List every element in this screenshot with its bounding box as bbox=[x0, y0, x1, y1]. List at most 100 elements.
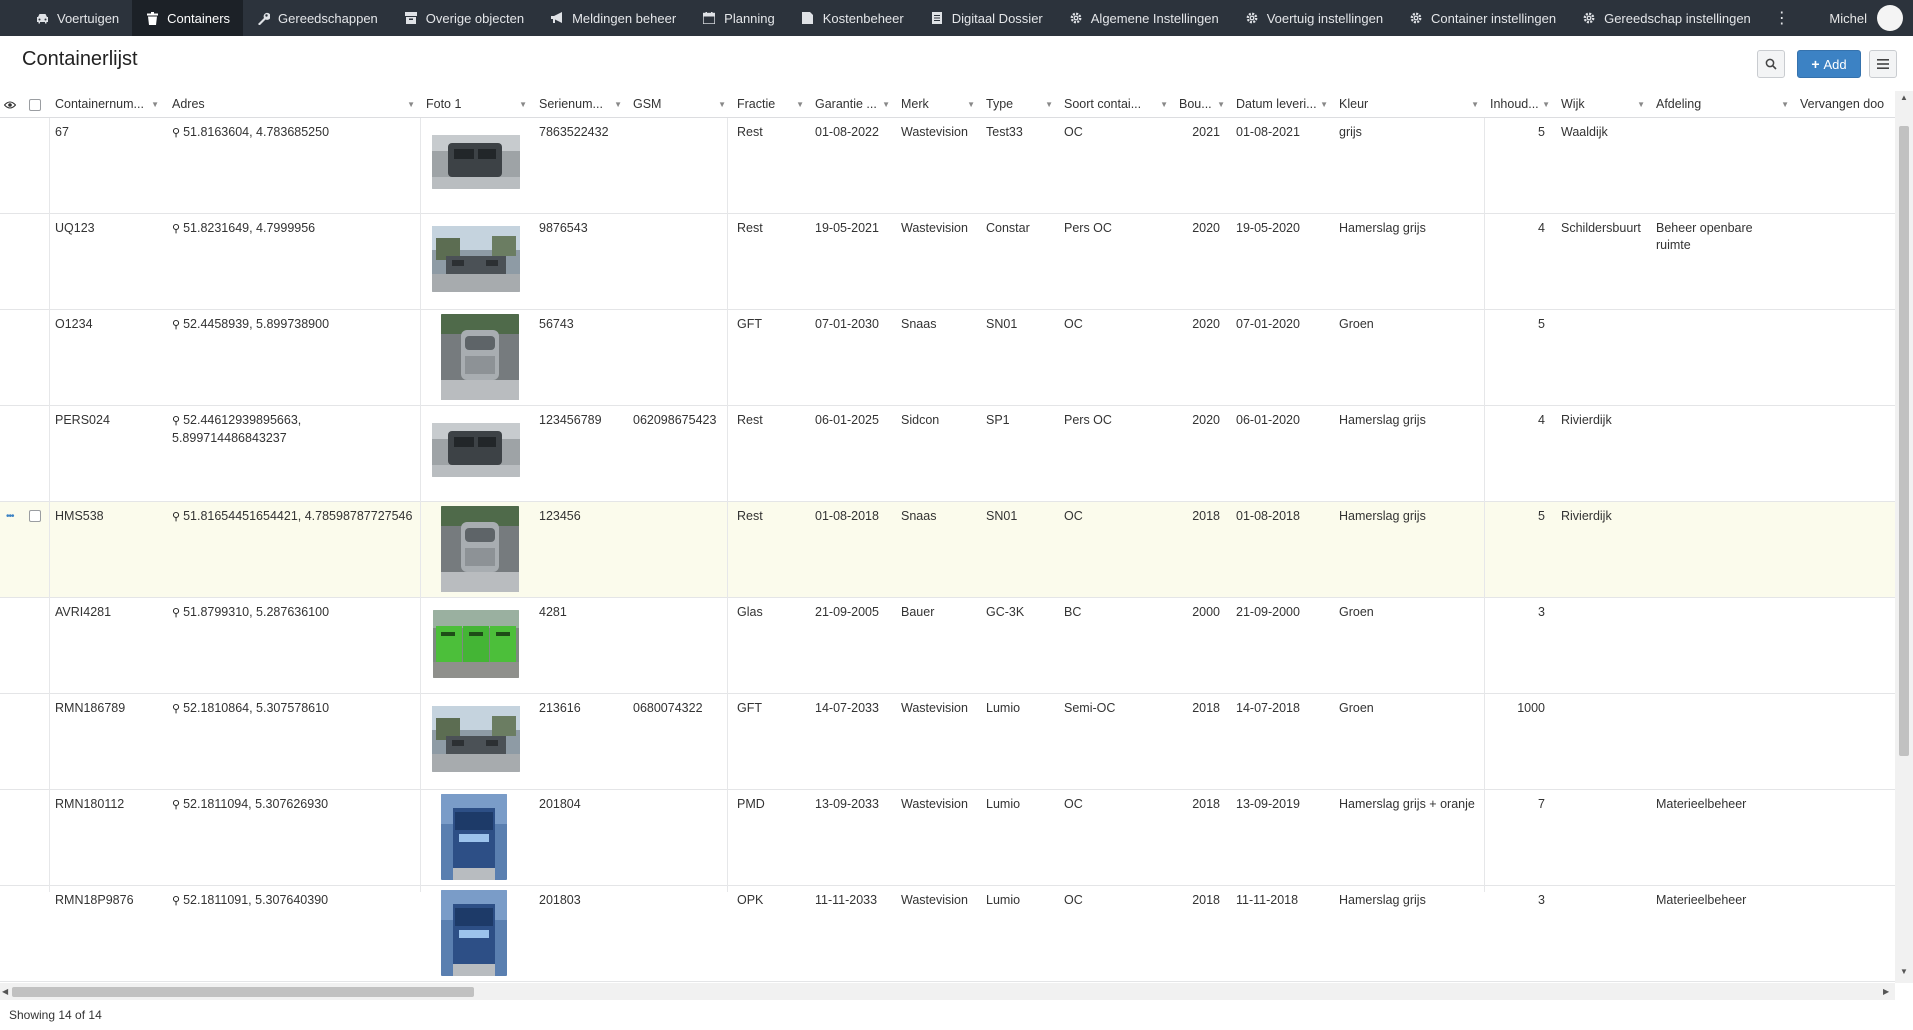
column-header-nr[interactable]: Containernum... ▼ bbox=[49, 91, 164, 118]
column-header-garantie[interactable]: Garantie ... ▼ bbox=[809, 91, 895, 118]
nav-item-containers[interactable]: Containers bbox=[132, 0, 244, 36]
column-header-gsm[interactable]: GSM ▼ bbox=[627, 91, 731, 118]
sort-caret-icon[interactable]: ▼ bbox=[614, 91, 622, 118]
column-header-merk[interactable]: Merk ▼ bbox=[895, 91, 980, 118]
column-header-afdeling[interactable]: Afdeling ▼ bbox=[1650, 91, 1794, 118]
column-menu-button[interactable] bbox=[1869, 50, 1897, 78]
cell-adres[interactable]: ⚲ 51.81654451654421, 4.78598787727546 bbox=[166, 502, 420, 598]
sort-caret-icon[interactable]: ▼ bbox=[1471, 91, 1479, 118]
container-photo[interactable] bbox=[441, 314, 519, 400]
container-photo[interactable] bbox=[432, 706, 520, 772]
scroll-down-arrow-icon[interactable]: ▼ bbox=[1900, 967, 1908, 976]
sort-caret-icon[interactable]: ▼ bbox=[1160, 91, 1168, 118]
column-header-soort[interactable]: Soort contai... ▼ bbox=[1058, 91, 1173, 118]
table-row[interactable]: 67 ⚲ 51.8163604, 4.783685250 7863522432 Rest… bbox=[0, 118, 1895, 214]
table-row[interactable]: AVRI4281 ⚲ 51.8799310, 5.287636100 4281 Glas… bbox=[0, 598, 1895, 694]
map-marker-icon[interactable]: ⚲ bbox=[172, 607, 180, 619]
column-header-inhoud[interactable]: Inhoud... ▼ bbox=[1484, 91, 1555, 118]
sort-caret-icon[interactable]: ▼ bbox=[1217, 91, 1225, 118]
column-header-serie[interactable]: Serienum... ▼ bbox=[533, 91, 627, 118]
sort-caret-icon[interactable]: ▼ bbox=[1542, 91, 1550, 118]
cell-adres[interactable]: ⚲ 51.8799310, 5.287636100 bbox=[166, 598, 420, 694]
column-header-type[interactable]: Type ▼ bbox=[980, 91, 1058, 118]
nav-item-planning[interactable]: Planning bbox=[689, 0, 788, 36]
row-select-checkbox[interactable] bbox=[29, 510, 41, 522]
cell-adres[interactable]: ⚲ 52.4458939, 5.899738900 bbox=[166, 310, 420, 406]
nav-item-digitaal-dossier[interactable]: Digitaal Dossier bbox=[917, 0, 1056, 36]
column-header-bouwjaar[interactable]: Bou... ▼ bbox=[1173, 91, 1230, 118]
sort-caret-icon[interactable]: ▼ bbox=[882, 91, 890, 118]
nav-item-gereedschap-instellingen[interactable]: Gereedschap instellingen bbox=[1569, 0, 1764, 36]
cell-adres[interactable]: ⚲ 52.1811091, 5.307640390 bbox=[166, 886, 420, 982]
scroll-left-arrow-icon[interactable]: ◀ bbox=[2, 987, 8, 996]
column-header-label: GSM bbox=[633, 97, 662, 111]
map-marker-icon[interactable]: ⚲ bbox=[172, 895, 180, 907]
user-menu[interactable]: Michel bbox=[1829, 5, 1913, 31]
search-button[interactable] bbox=[1757, 50, 1785, 78]
container-photo[interactable] bbox=[432, 135, 520, 189]
nav-item-voertuigen[interactable]: Voertuigen bbox=[22, 0, 132, 36]
container-photo[interactable] bbox=[441, 506, 519, 592]
column-header-photo[interactable]: Foto 1 ▼ bbox=[420, 91, 532, 118]
container-photo[interactable] bbox=[432, 423, 520, 477]
container-photo[interactable] bbox=[441, 890, 507, 976]
nav-item-meldingen-beheer[interactable]: Meldingen beheer bbox=[537, 0, 689, 36]
map-marker-icon[interactable]: ⚲ bbox=[172, 127, 180, 139]
column-header-kleur[interactable]: Kleur ▼ bbox=[1333, 91, 1484, 118]
select-all-checkbox[interactable] bbox=[29, 99, 41, 111]
map-marker-icon[interactable]: ⚲ bbox=[172, 223, 180, 235]
table-row[interactable]: ••• HMS538 ⚲ 51.81654451654421, 4.785987877… bbox=[0, 502, 1895, 598]
sort-caret-icon[interactable]: ▼ bbox=[1637, 91, 1645, 118]
map-marker-icon[interactable]: ⚲ bbox=[172, 511, 180, 523]
nav-item-container-instellingen[interactable]: Container instellingen bbox=[1396, 0, 1569, 36]
table-row[interactable]: RMN180112 ⚲ 52.1811094, 5.307626930 201804 P… bbox=[0, 790, 1895, 886]
cell-adres[interactable]: ⚲ 51.8231649, 4.7999956 bbox=[166, 214, 420, 310]
map-marker-icon[interactable]: ⚲ bbox=[172, 703, 180, 715]
nav-item-overige-objecten[interactable]: Overige objecten bbox=[391, 0, 537, 36]
cell-adres[interactable]: ⚲ 52.1810864, 5.307578610 bbox=[166, 694, 420, 790]
scroll-up-arrow-icon[interactable]: ▲ bbox=[1900, 93, 1908, 102]
container-photo[interactable] bbox=[432, 226, 520, 292]
map-marker-icon[interactable]: ⚲ bbox=[172, 799, 180, 811]
column-header-levering[interactable]: Datum leveri... ▼ bbox=[1230, 91, 1333, 118]
column-header-adres[interactable]: Adres ▼ bbox=[166, 91, 420, 118]
scroll-right-arrow-icon[interactable]: ▶ bbox=[1883, 987, 1889, 996]
avatar[interactable] bbox=[1877, 5, 1903, 31]
cell-adres[interactable]: ⚲ 51.8163604, 4.783685250 bbox=[166, 118, 420, 214]
map-marker-icon[interactable]: ⚲ bbox=[172, 415, 180, 427]
sort-caret-icon[interactable]: ▼ bbox=[1045, 91, 1053, 118]
cell-adres[interactable]: ⚲ 52.1811094, 5.307626930 bbox=[166, 790, 420, 886]
horizontal-scroll-thumb[interactable] bbox=[12, 987, 474, 997]
column-header-vervangen[interactable]: Vervangen doo bbox=[1794, 91, 1895, 118]
nav-item-algemene-instellingen[interactable]: Algemene Instellingen bbox=[1056, 0, 1232, 36]
vertical-scroll-thumb[interactable] bbox=[1899, 126, 1909, 756]
vertical-scrollbar[interactable]: ▲ ▼ bbox=[1895, 91, 1913, 983]
table-row[interactable]: RMN186789 ⚲ 52.1810864, 5.307578610 213616 0… bbox=[0, 694, 1895, 790]
sort-caret-icon[interactable]: ▼ bbox=[1781, 91, 1789, 118]
container-photo[interactable] bbox=[433, 610, 519, 678]
sort-caret-icon[interactable]: ▼ bbox=[407, 91, 415, 118]
more-menu-icon[interactable]: ⋮ bbox=[1764, 8, 1799, 28]
column-header-fractie[interactable]: Fractie ▼ bbox=[731, 91, 809, 118]
add-button[interactable]: + Add bbox=[1797, 50, 1861, 78]
table-row[interactable]: RMN18P9876 ⚲ 52.1811091, 5.307640390 201803… bbox=[0, 886, 1895, 982]
table-row[interactable]: O1234 ⚲ 52.4458939, 5.899738900 56743 GFT 07-… bbox=[0, 310, 1895, 406]
horizontal-scrollbar[interactable]: ◀ ▶ bbox=[0, 983, 1895, 1000]
visibility-eye-icon[interactable] bbox=[3, 98, 17, 113]
sort-caret-icon[interactable]: ▼ bbox=[1320, 91, 1328, 118]
container-photo[interactable] bbox=[441, 794, 507, 880]
nav-item-voertuig-instellingen[interactable]: Voertuig instellingen bbox=[1232, 0, 1396, 36]
sort-caret-icon[interactable]: ▼ bbox=[796, 91, 804, 118]
sort-caret-icon[interactable]: ▼ bbox=[519, 91, 527, 118]
row-actions-icon[interactable]: ••• bbox=[6, 511, 14, 522]
nav-item-gereedschappen[interactable]: Gereedschappen bbox=[243, 0, 391, 36]
table-row[interactable]: UQ123 ⚲ 51.8231649, 4.7999956 9876543 Rest 19… bbox=[0, 214, 1895, 310]
column-header-wijk[interactable]: Wijk ▼ bbox=[1555, 91, 1650, 118]
table-row[interactable]: PERS024 ⚲ 52.44612939895663, 5.89971448684… bbox=[0, 406, 1895, 502]
sort-caret-icon[interactable]: ▼ bbox=[151, 91, 159, 118]
sort-caret-icon[interactable]: ▼ bbox=[718, 91, 726, 118]
map-marker-icon[interactable]: ⚲ bbox=[172, 319, 180, 331]
cell-adres[interactable]: ⚲ 52.44612939895663, 5.899714486843237 bbox=[166, 406, 420, 502]
sort-caret-icon[interactable]: ▼ bbox=[967, 91, 975, 118]
nav-item-kostenbeheer[interactable]: Kostenbeheer bbox=[788, 0, 917, 36]
